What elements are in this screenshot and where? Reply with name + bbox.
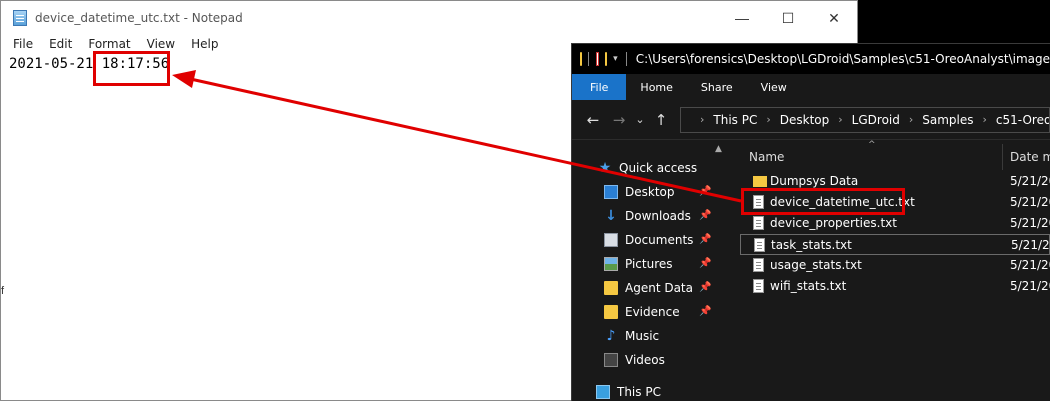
annotation-arrow bbox=[172, 70, 742, 203]
arrow-head bbox=[172, 70, 196, 88]
arrow-line bbox=[185, 76, 742, 203]
